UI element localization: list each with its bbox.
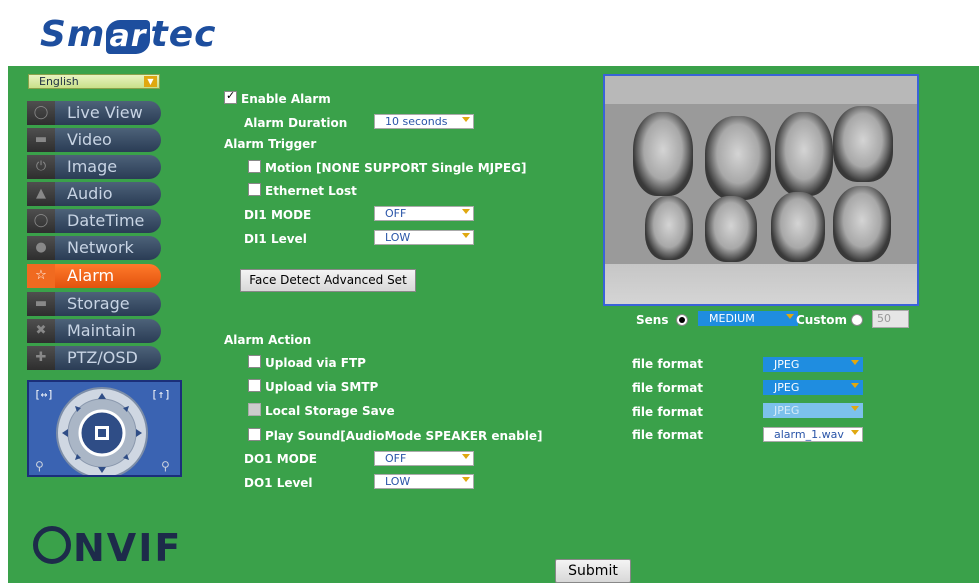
file-format-select-local[interactable]: JPEG [763, 403, 863, 418]
speaker-icon: ▲ [27, 182, 55, 206]
file-format-select-smtp[interactable]: JPEG [763, 380, 863, 395]
ethernet-lost-checkbox[interactable]: Ethernet Lost [248, 183, 357, 198]
sens-label: Sens [636, 313, 669, 327]
nav-network[interactable]: ● Network [27, 236, 161, 260]
file-format-label-3: file format [632, 405, 704, 419]
nav-image[interactable]: ⏻ Image [27, 155, 161, 179]
checkbox-checked-icon[interactable] [224, 89, 237, 104]
di1-level-label: DI1 Level [244, 232, 307, 246]
play-sound-checkbox[interactable]: Play Sound[AudioMode SPEAKER enable] [248, 428, 543, 443]
main-panel: English ▼ ◯ Live View ▬ Video ⏻ Image ▲ Audio… [8, 66, 979, 583]
do1-mode-select[interactable]: OFF [374, 451, 474, 466]
submit-button[interactable]: Submit [555, 559, 631, 583]
smartec-logo: Sm ar tec [40, 14, 217, 55]
zoom-tele-icon[interactable]: [↑] [151, 388, 171, 401]
chat-icon: ◯ [27, 101, 55, 125]
header: Sm ar tec [0, 0, 979, 66]
nav-audio[interactable]: ▲ Audio [27, 182, 161, 206]
file-format-select-ftp[interactable]: JPEG [763, 357, 863, 372]
upload-smtp-checkbox[interactable]: Upload via SMTP [248, 379, 378, 394]
nav-maintain[interactable]: ✖ Maintain [27, 319, 161, 343]
star-icon: ☆ [27, 264, 55, 288]
sens-select[interactable]: MEDIUM [698, 311, 798, 326]
enable-alarm-checkbox[interactable]: Enable Alarm [224, 89, 331, 106]
focus-far-icon[interactable]: ⚲ [161, 459, 170, 473]
custom-radio[interactable] [851, 314, 863, 326]
camera-preview [603, 74, 919, 306]
language-select[interactable]: English ▼ [28, 74, 160, 89]
file-format-label-1: file format [632, 357, 704, 371]
ptz-control-pad: [↔] [↑] ⚲ ⚲ [27, 380, 182, 479]
file-format-label-2: file format [632, 381, 704, 395]
di1-level-select[interactable]: LOW [374, 230, 474, 245]
custom-value-input[interactable]: 50 [872, 310, 909, 328]
ptz-pad-graphic: [↔] [↑] ⚲ ⚲ [34, 387, 171, 479]
alarm-duration-label: Alarm Duration [244, 116, 348, 130]
alarm-duration-select[interactable]: 10 seconds [374, 114, 474, 129]
tools-icon: ✖ [27, 319, 55, 343]
video-icon: ▬ [27, 128, 55, 152]
alarm-action-label: Alarm Action [224, 333, 312, 347]
disk-icon: ▬ [27, 292, 55, 316]
focus-near-icon[interactable]: ⚲ [35, 459, 44, 473]
nav-datetime[interactable]: ◯ DateTime [27, 209, 161, 233]
di1-mode-label: DI1 MODE [244, 208, 312, 222]
alarm-trigger-label: Alarm Trigger [224, 137, 317, 151]
upload-ftp-checkbox[interactable]: Upload via FTP [248, 355, 366, 370]
clock-icon: ◯ [27, 209, 55, 233]
onvif-logo: NVIF [33, 526, 182, 570]
sens-radio[interactable] [676, 314, 688, 326]
onvif-o-icon [33, 526, 71, 564]
power-icon: ⏻ [27, 155, 55, 179]
face-detect-advanced-button[interactable]: Face Detect Advanced Set [240, 269, 416, 292]
file-format-select-sound[interactable]: alarm_1.wav [763, 427, 863, 442]
nav-storage[interactable]: ▬ Storage [27, 292, 161, 316]
nav-alarm[interactable]: ☆ Alarm [27, 264, 161, 288]
file-format-label-4: file format [632, 428, 704, 442]
do1-mode-label: DO1 MODE [244, 452, 317, 466]
zoom-wide-icon[interactable]: [↔] [34, 388, 54, 401]
di1-mode-select[interactable]: OFF [374, 206, 474, 221]
dropdown-arrow-icon: ▼ [144, 76, 157, 87]
nav-video[interactable]: ▬ Video [27, 128, 161, 152]
local-storage-checkbox[interactable]: Local Storage Save [248, 403, 395, 418]
globe-icon: ● [27, 236, 55, 260]
custom-label: Custom [796, 313, 847, 327]
ptz-icon: ✚ [27, 346, 55, 370]
do1-level-select[interactable]: LOW [374, 474, 474, 489]
nav-live-view[interactable]: ◯ Live View [27, 101, 161, 125]
motion-checkbox[interactable]: Motion [NONE SUPPORT Single MJPEG] [248, 160, 526, 175]
do1-level-label: DO1 Level [244, 476, 313, 490]
nav-ptz-osd[interactable]: ✚ PTZ/OSD [27, 346, 161, 370]
